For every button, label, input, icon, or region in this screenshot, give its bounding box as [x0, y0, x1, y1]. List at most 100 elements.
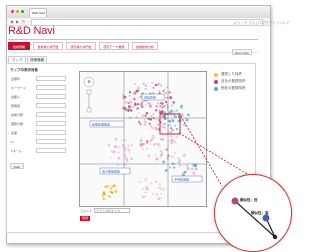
patent-point[interactable] — [185, 118, 189, 122]
filter-field-keyword[interactable] — [36, 85, 66, 90]
patent-point[interactable] — [158, 197, 161, 200]
patent-point[interactable] — [154, 109, 158, 112]
patent-point[interactable] — [127, 109, 130, 112]
patent-map[interactable]: ✥ 画像処理関連 通信技術 電子部品関連 半導体関連 — [79, 71, 207, 207]
patent-point[interactable] — [152, 113, 155, 115]
patent-point[interactable] — [152, 86, 155, 89]
patent-point[interactable] — [107, 185, 110, 188]
tab-theme-recommendation[interactable]: 研究テーマ推薦 — [99, 42, 129, 50]
patent-point[interactable] — [141, 187, 145, 190]
patent-point[interactable] — [173, 152, 176, 154]
browser-tab[interactable]: R&D Navi — [29, 8, 47, 17]
patent-point[interactable] — [173, 115, 176, 118]
patent-point[interactable] — [147, 154, 151, 158]
minimize-window-icon[interactable] — [16, 10, 19, 13]
filter-button[interactable]: Filter — [10, 163, 24, 169]
patent-point[interactable] — [164, 91, 168, 95]
patent-point[interactable] — [143, 195, 147, 198]
patent-point[interactable] — [191, 164, 194, 167]
patent-point[interactable] — [133, 103, 137, 106]
patent-point[interactable] — [107, 194, 109, 197]
patent-point[interactable] — [157, 186, 161, 190]
patent-point[interactable] — [121, 144, 125, 148]
patent-point[interactable] — [142, 82, 145, 85]
patent-point[interactable] — [170, 104, 174, 107]
patent-point[interactable] — [146, 141, 149, 144]
patent-point[interactable] — [156, 158, 159, 161]
patent-point[interactable] — [164, 169, 168, 172]
patent-point[interactable] — [158, 182, 162, 186]
patent-point[interactable] — [161, 138, 163, 141]
patent-point[interactable] — [187, 114, 190, 117]
patent-point[interactable] — [146, 185, 148, 188]
filter-field-article[interactable] — [36, 130, 66, 135]
filter-field-applicant[interactable] — [36, 94, 66, 99]
patent-point[interactable] — [114, 184, 117, 187]
patent-point[interactable] — [156, 192, 159, 195]
patent-point[interactable] — [108, 195, 111, 198]
patent-point[interactable] — [170, 131, 173, 134]
patent-point[interactable] — [157, 82, 160, 86]
patent-point[interactable] — [129, 109, 133, 112]
patent-point[interactable] — [109, 156, 112, 160]
patent-point[interactable] — [159, 104, 162, 108]
patent-point[interactable] — [155, 194, 159, 197]
patent-point[interactable] — [144, 88, 147, 90]
patent-point[interactable] — [165, 147, 168, 151]
patent-point[interactable] — [128, 116, 132, 119]
patent-point[interactable] — [175, 136, 178, 139]
patent-point[interactable] — [141, 101, 144, 104]
patent-point[interactable] — [180, 113, 184, 117]
subtab-details[interactable]: 詳細情報 — [27, 56, 47, 63]
patent-point[interactable] — [174, 124, 176, 127]
zoom-slider[interactable] — [88, 94, 90, 108]
tab-technology-overview[interactable]: 技術俯瞰 — [8, 42, 30, 50]
patent-point[interactable] — [178, 159, 181, 162]
patent-point[interactable] — [149, 181, 153, 185]
patent-point[interactable] — [117, 151, 120, 154]
patent-point[interactable] — [163, 88, 166, 91]
patent-point[interactable] — [109, 190, 112, 193]
zoom-out-icon[interactable] — [86, 107, 92, 113]
patent-point[interactable] — [172, 120, 175, 123]
patent-point[interactable] — [164, 100, 168, 104]
patent-point[interactable] — [144, 124, 147, 126]
back-icon[interactable]: ◀ — [10, 19, 13, 24]
patent-point[interactable] — [150, 137, 154, 141]
reset-filter-button[interactable]: Reset filter — [232, 49, 252, 55]
patent-point[interactable] — [139, 102, 143, 106]
patent-point[interactable] — [145, 84, 147, 87]
patent-point[interactable] — [181, 171, 185, 175]
patent-point[interactable] — [157, 143, 160, 145]
patent-point[interactable] — [137, 112, 140, 114]
patent-point[interactable] — [167, 139, 170, 142]
patent-point[interactable] — [173, 111, 176, 113]
patent-point[interactable] — [118, 145, 121, 149]
patent-point[interactable] — [162, 160, 165, 164]
patent-point[interactable] — [160, 153, 164, 157]
patent-point[interactable] — [163, 117, 167, 120]
patent-point[interactable] — [149, 118, 153, 121]
patent-point[interactable] — [130, 157, 133, 161]
patent-point[interactable] — [134, 82, 137, 85]
patent-point[interactable] — [155, 105, 158, 108]
zoom-in-icon[interactable] — [86, 89, 92, 95]
maximize-window-icon[interactable] — [21, 10, 24, 13]
patent-point[interactable] — [163, 122, 166, 126]
user-links[interactable]: ようこそ さん | ログアウト | ヘルプ — [233, 21, 289, 26]
patent-point[interactable] — [182, 154, 186, 158]
patent-point[interactable] — [158, 89, 161, 92]
patent-point[interactable] — [132, 106, 135, 109]
patent-point[interactable] — [141, 137, 144, 140]
patent-point[interactable] — [169, 166, 172, 169]
patent-point[interactable] — [154, 83, 158, 87]
patent-point[interactable] — [166, 108, 169, 111]
patent-point[interactable] — [194, 164, 197, 168]
patent-point[interactable] — [159, 156, 162, 159]
forward-icon[interactable]: ▶ — [16, 19, 19, 24]
patent-point[interactable] — [157, 123, 159, 126]
patent-point[interactable] — [167, 154, 170, 158]
patent-point[interactable] — [148, 102, 152, 106]
patent-point[interactable] — [140, 145, 143, 148]
patent-point[interactable] — [114, 138, 117, 142]
